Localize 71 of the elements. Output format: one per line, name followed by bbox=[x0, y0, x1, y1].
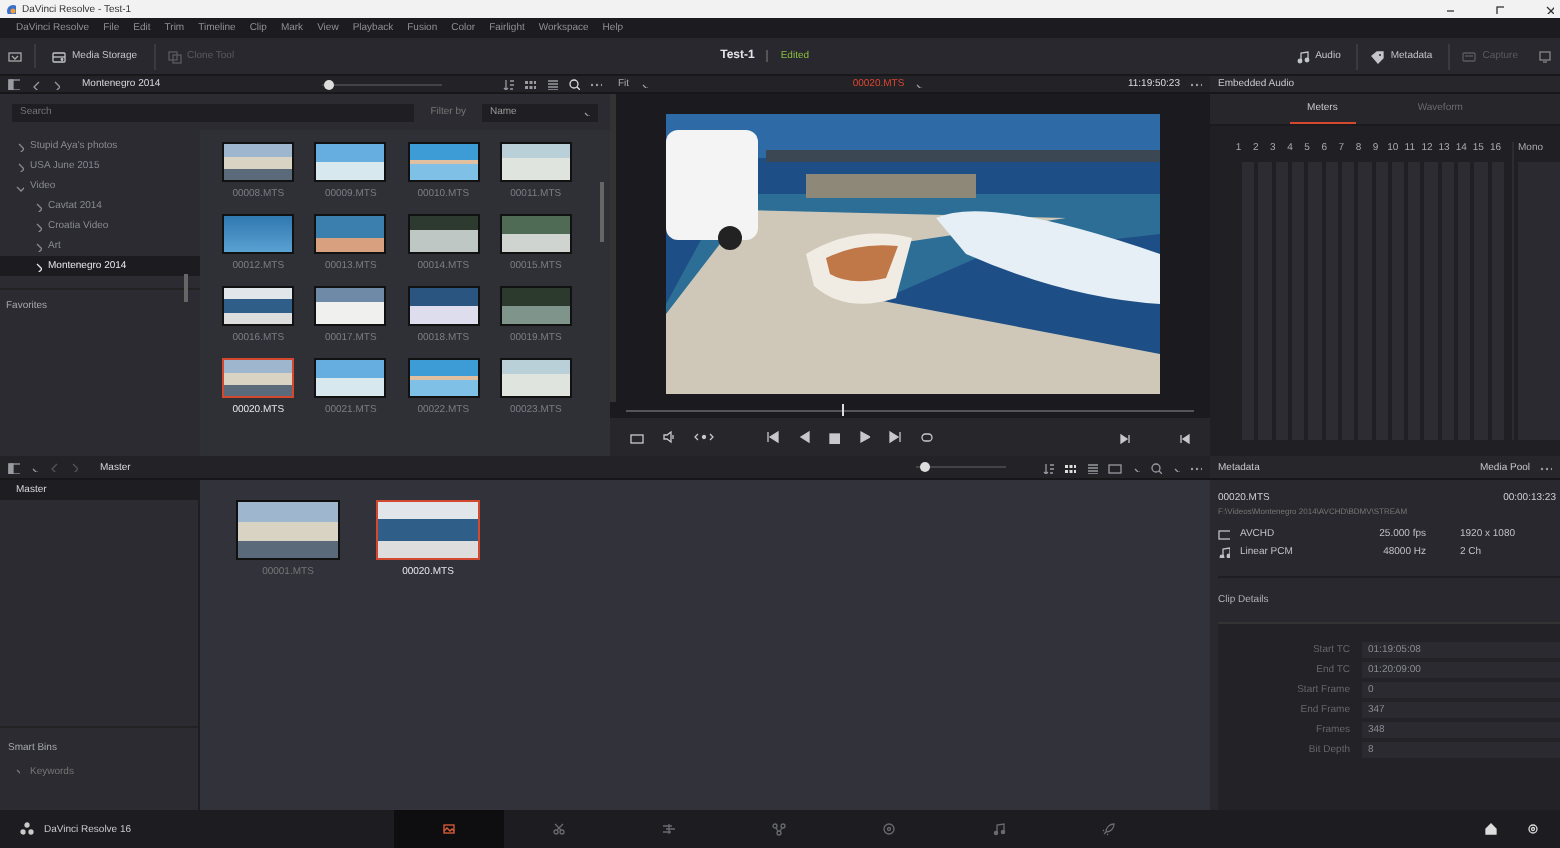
sort-icon[interactable] bbox=[502, 78, 514, 90]
thumbnail[interactable] bbox=[314, 214, 387, 254]
thumbnail-size-slider[interactable] bbox=[323, 79, 333, 89]
chevron-down-icon bbox=[14, 181, 24, 191]
thumbnail[interactable] bbox=[314, 358, 387, 398]
thumbnail[interactable] bbox=[222, 358, 295, 398]
thumbnail[interactable] bbox=[222, 142, 295, 182]
minimize-icon[interactable] bbox=[1444, 4, 1454, 14]
rocket-icon bbox=[1102, 822, 1116, 836]
panel-toggle-icon[interactable] bbox=[8, 78, 20, 90]
tape-icon bbox=[1462, 49, 1477, 63]
more-icon[interactable] bbox=[1190, 78, 1202, 90]
scrollbar[interactable] bbox=[184, 274, 188, 302]
settings-icon[interactable] bbox=[1526, 822, 1540, 836]
stop-icon[interactable] bbox=[828, 431, 840, 443]
thumbnail[interactable] bbox=[376, 500, 480, 560]
maximize-icon[interactable] bbox=[1494, 4, 1504, 14]
thumbnail[interactable] bbox=[222, 286, 295, 326]
thumbnail[interactable] bbox=[222, 214, 295, 254]
thumbnail[interactable] bbox=[407, 142, 480, 182]
thumbnail[interactable] bbox=[407, 286, 480, 326]
search-icon[interactable] bbox=[1150, 461, 1162, 473]
panel-toggle-icon[interactable] bbox=[8, 461, 20, 473]
cluster-logo-icon bbox=[20, 822, 34, 836]
forward-icon[interactable] bbox=[50, 79, 60, 89]
screen-icon bbox=[1218, 527, 1230, 539]
scrollbar[interactable] bbox=[600, 182, 604, 242]
loop-icon[interactable] bbox=[920, 430, 934, 444]
list-view-icon[interactable] bbox=[546, 78, 558, 90]
film-frame-icon bbox=[442, 822, 456, 836]
skip-start-icon[interactable] bbox=[766, 430, 780, 444]
thumbnail[interactable] bbox=[499, 142, 572, 182]
app-logo-icon bbox=[6, 4, 16, 14]
thumbnail[interactable] bbox=[407, 214, 480, 254]
thumbnail[interactable] bbox=[236, 500, 340, 560]
list-view-icon[interactable] bbox=[1086, 461, 1098, 473]
view-options-icon[interactable] bbox=[630, 431, 644, 443]
home-icon[interactable] bbox=[1484, 822, 1498, 836]
thumbnail[interactable] bbox=[314, 286, 387, 326]
thumbnail[interactable] bbox=[314, 142, 387, 182]
step-back-icon[interactable] bbox=[798, 430, 810, 444]
more-icon[interactable] bbox=[590, 78, 602, 90]
zoom-slider[interactable] bbox=[920, 462, 930, 472]
grid-view-icon[interactable] bbox=[1064, 461, 1076, 473]
sort-icon[interactable] bbox=[1042, 461, 1054, 473]
tag-icon bbox=[1370, 49, 1385, 63]
scissors-icon bbox=[552, 822, 566, 836]
thumbnail[interactable] bbox=[407, 358, 480, 398]
timeline-icon bbox=[662, 822, 676, 836]
drive-icon bbox=[52, 49, 66, 63]
back-icon[interactable] bbox=[30, 79, 40, 89]
music-note-icon bbox=[1218, 545, 1230, 557]
nodes-icon bbox=[772, 822, 786, 836]
thumbnail[interactable] bbox=[499, 358, 572, 398]
monitor-icon[interactable] bbox=[1538, 49, 1553, 63]
thumbnail[interactable] bbox=[499, 214, 572, 254]
music-note-icon bbox=[1295, 49, 1310, 63]
overlap-icon bbox=[167, 49, 182, 63]
mark-out-icon[interactable] bbox=[1178, 431, 1190, 443]
mark-in-icon[interactable] bbox=[1118, 431, 1130, 443]
panel-toggle-icon[interactable] bbox=[8, 49, 22, 63]
jog-icon[interactable] bbox=[694, 430, 714, 444]
play-icon[interactable] bbox=[858, 430, 870, 444]
skip-end-icon[interactable] bbox=[888, 430, 902, 444]
music-note-icon bbox=[992, 822, 1006, 836]
view-options-icon[interactable] bbox=[1108, 461, 1122, 473]
color-wheel-icon bbox=[882, 822, 896, 836]
speaker-icon[interactable] bbox=[662, 430, 676, 444]
close-icon[interactable] bbox=[1544, 4, 1554, 14]
thumbnail[interactable] bbox=[499, 286, 572, 326]
grid-view-icon[interactable] bbox=[524, 78, 536, 90]
